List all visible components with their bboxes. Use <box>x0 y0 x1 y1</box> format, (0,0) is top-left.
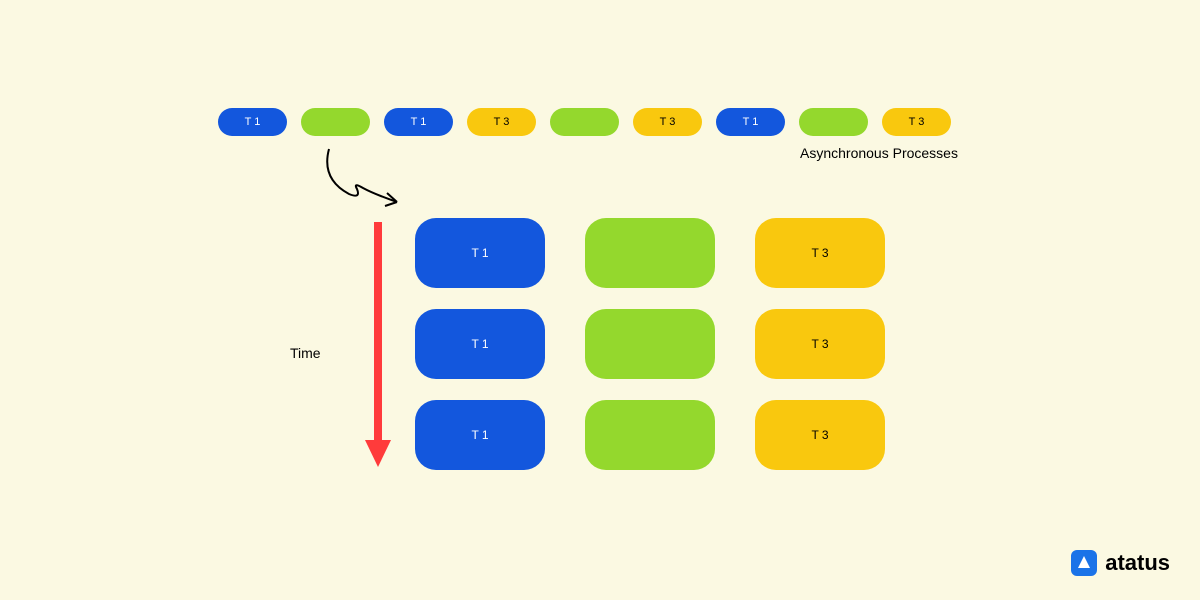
brand-icon <box>1071 550 1097 576</box>
process-grid: T 1 T 3 T 1 T 3 T 1 T 3 <box>415 218 885 470</box>
curvy-arrow-icon <box>319 144 419 224</box>
async-process-row: T 1 T 1 T 3 T 3 T 1 T 3 <box>218 108 951 136</box>
grid-row: T 1 T 3 <box>415 400 885 470</box>
process-block: T 1 <box>415 400 545 470</box>
process-pill <box>550 108 619 136</box>
process-pill: T 1 <box>218 108 287 136</box>
process-block: T 1 <box>415 309 545 379</box>
grid-row: T 1 T 3 <box>415 218 885 288</box>
grid-row: T 1 T 3 <box>415 309 885 379</box>
process-block <box>585 218 715 288</box>
process-pill <box>301 108 370 136</box>
time-arrow-icon <box>363 222 393 472</box>
process-block: T 3 <box>755 400 885 470</box>
process-block <box>585 309 715 379</box>
process-block <box>585 400 715 470</box>
brand-logo: atatus <box>1071 550 1170 576</box>
caption-async: Asynchronous Processes <box>800 145 958 161</box>
process-pill: T 1 <box>716 108 785 136</box>
time-label: Time <box>290 345 321 361</box>
brand-text: atatus <box>1105 550 1170 576</box>
process-pill: T 3 <box>467 108 536 136</box>
process-pill: T 3 <box>633 108 702 136</box>
process-block: T 1 <box>415 218 545 288</box>
process-pill: T 1 <box>384 108 453 136</box>
process-block: T 3 <box>755 218 885 288</box>
process-pill <box>799 108 868 136</box>
process-pill: T 3 <box>882 108 951 136</box>
process-block: T 3 <box>755 309 885 379</box>
